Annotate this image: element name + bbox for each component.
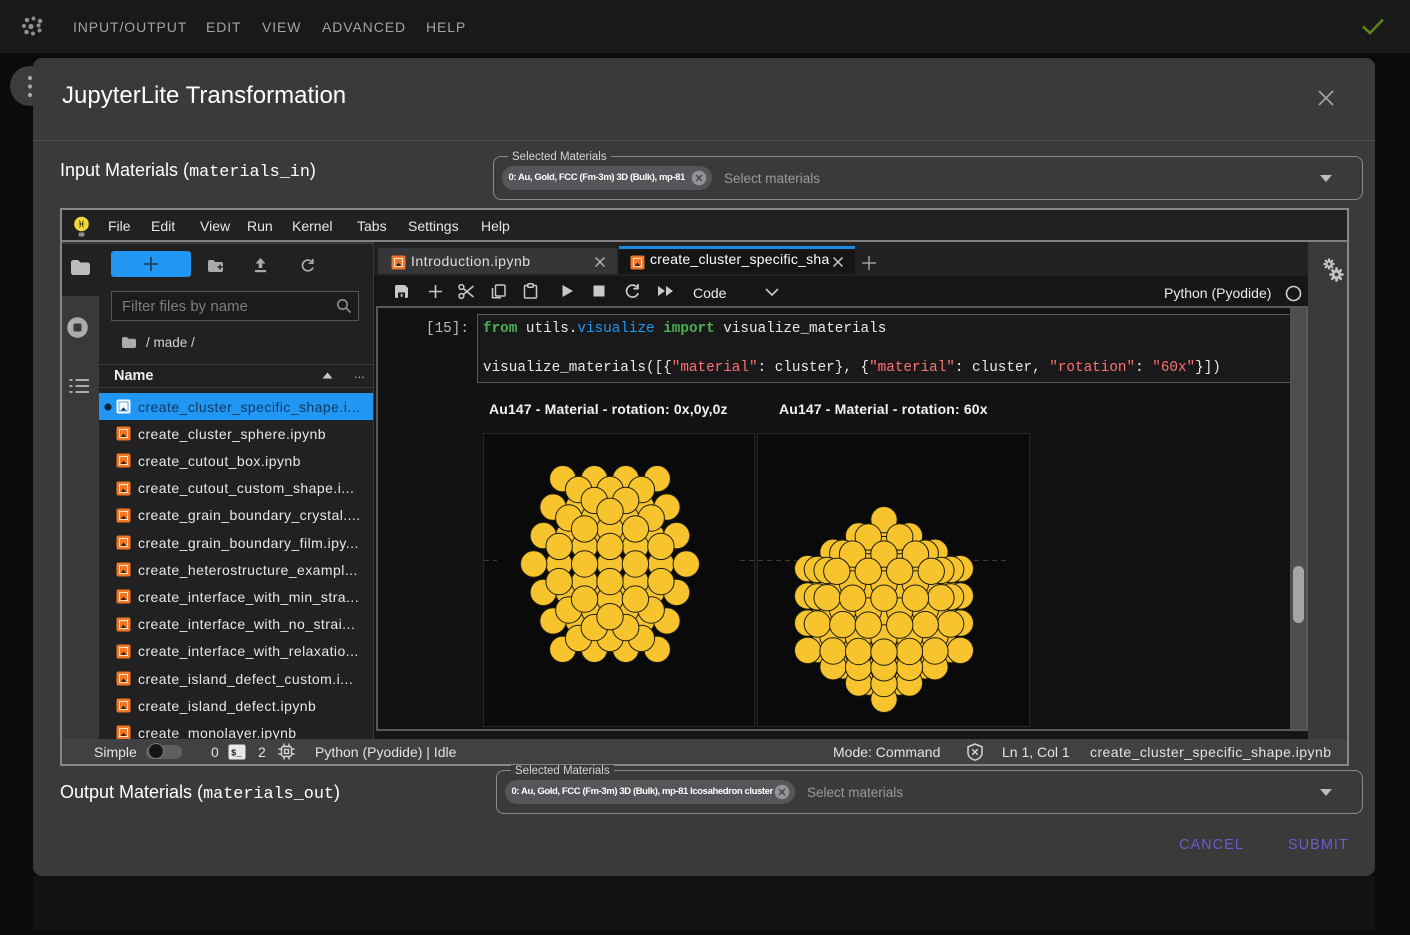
svg-text:$_: $_ <box>231 748 242 758</box>
